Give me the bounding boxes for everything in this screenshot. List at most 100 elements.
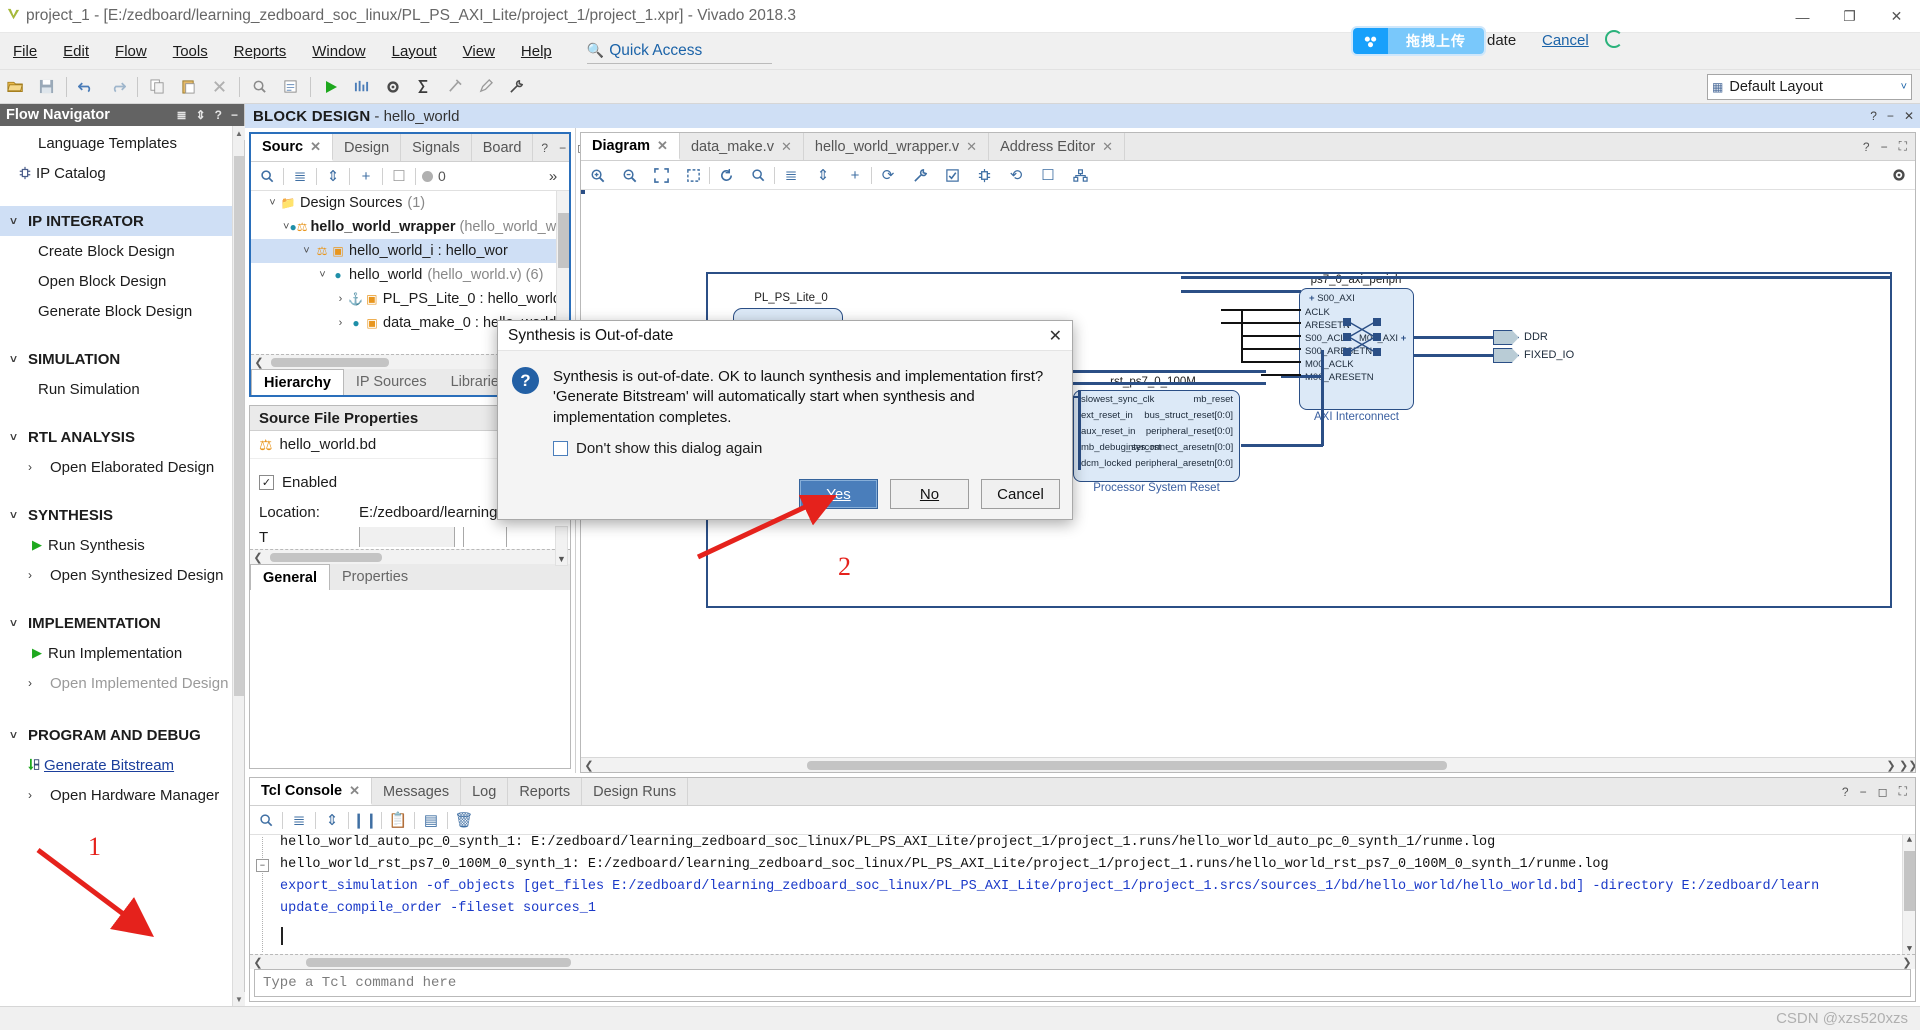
search-icon[interactable] — [250, 807, 282, 834]
hierarchy-icon[interactable] — [1064, 162, 1096, 189]
tree-row-pl-ps-lite-0[interactable]: › ⚓ ▣ PL_PS_Lite_0 : hello_world_ — [251, 287, 569, 311]
sidebar-section-ip-integrator[interactable]: ˅ IP INTEGRATOR — [0, 206, 232, 236]
add-sources-icon[interactable]: + — [350, 163, 382, 190]
sidebar-section-implementation[interactable]: ˅ IMPLEMENTATION — [0, 608, 232, 638]
float-icon[interactable]: ⛶ — [1899, 139, 1907, 154]
tab-general[interactable]: General — [250, 564, 330, 590]
scroll-end-icon[interactable]: ❯❯ — [1899, 759, 1915, 772]
paste-icon[interactable] — [173, 72, 204, 102]
tab-tcl-console[interactable]: Tcl Console ✕ — [250, 778, 373, 805]
layout-select[interactable]: ▦ Default Layout ˅ — [1707, 74, 1912, 100]
sidebar-section-simulation[interactable]: ˅ SIMULATION — [0, 344, 232, 374]
zoom-in-icon[interactable] — [581, 162, 613, 189]
copy-icon[interactable] — [142, 72, 173, 102]
sum-sigma-icon[interactable] — [408, 72, 439, 102]
sidebar-item-open-block-design[interactable]: Open Block Design — [0, 266, 232, 296]
scrollbar-thumb[interactable] — [271, 357, 389, 367]
sidebar-item-language-templates[interactable]: Language Templates — [0, 128, 232, 158]
tab-log[interactable]: Log — [461, 778, 509, 805]
tab-design[interactable]: Design — [333, 134, 402, 161]
close-icon[interactable]: ✕ — [781, 139, 792, 155]
tcl-command-input[interactable]: Type a Tcl command here — [254, 969, 1911, 997]
help-box-icon[interactable]: ☐ — [383, 163, 415, 190]
help-icon[interactable]: ? — [1842, 785, 1849, 799]
trash-icon[interactable]: 🗑 — [448, 807, 480, 834]
wrench-icon[interactable] — [501, 72, 532, 102]
more-icon[interactable]: » — [537, 163, 569, 190]
marker-icon[interactable] — [439, 72, 470, 102]
sidebar-item-run-implementation[interactable]: ▶ Run Implementation — [0, 638, 232, 668]
wrench-icon[interactable] — [904, 162, 936, 189]
save-icon[interactable] — [31, 72, 62, 102]
regenerate-icon[interactable]: ⟲ — [1000, 162, 1032, 189]
scrollbar-thumb[interactable] — [558, 213, 569, 268]
maximize-icon[interactable]: ◻ — [1878, 785, 1888, 799]
float-icon[interactable]: ⛶ — [1899, 784, 1907, 799]
properties-vscrollbar[interactable]: ▼ — [555, 526, 568, 566]
scrollbar-track[interactable] — [266, 957, 1899, 967]
pin-icon[interactable] — [968, 162, 1000, 189]
expand-all-icon[interactable]: ⇕ — [316, 807, 348, 834]
run-icon[interactable] — [315, 72, 346, 102]
tab-reports[interactable]: Reports — [508, 778, 583, 805]
wrap-icon[interactable]: ▤ — [415, 807, 447, 834]
sidebar-item-generate-block-design[interactable]: Generate Block Design — [0, 296, 232, 326]
close-icon[interactable]: ✕ — [657, 138, 668, 154]
menu-reports[interactable]: Reports — [221, 39, 300, 64]
sidebar-item-run-synthesis[interactable]: ▶ Run Synthesis — [0, 530, 232, 560]
scroll-right-icon[interactable]: ❯ — [1899, 956, 1915, 969]
help-icon[interactable]: ? — [215, 108, 222, 122]
scrollbar-track[interactable] — [266, 552, 570, 562]
scroll-down-icon[interactable]: ▼ — [557, 554, 566, 564]
tab-board[interactable]: Board — [472, 134, 534, 161]
dont-show-again-checkbox[interactable] — [553, 440, 568, 456]
overlay-cancel-link[interactable]: Cancel — [1542, 32, 1589, 49]
zoom-out-icon[interactable] — [613, 162, 645, 189]
close-button[interactable]: ✕ — [1873, 0, 1920, 33]
type-extra-box[interactable] — [463, 527, 507, 547]
menu-layout[interactable]: Layout — [379, 39, 450, 64]
pause-icon[interactable]: ❙❙ — [349, 807, 381, 834]
expand-all-icon[interactable]: ⇕ — [317, 163, 349, 190]
menu-view[interactable]: View — [450, 39, 508, 64]
tree-row-hello-world-i[interactable]: ˅ ⚖ ▣ hello_world_i : hello_wor — [251, 239, 569, 263]
minimize-button[interactable]: — — [1779, 0, 1826, 33]
redo-icon[interactable] — [102, 72, 133, 102]
scrollbar-thumb[interactable] — [234, 156, 244, 696]
close-icon[interactable]: ✕ — [349, 783, 360, 799]
validate-icon[interactable] — [936, 162, 968, 189]
scrollbar-thumb[interactable] — [1904, 851, 1915, 911]
scroll-left-icon[interactable]: ❮ — [581, 759, 597, 772]
help-icon[interactable]: ? — [541, 141, 548, 155]
collapse-all-icon[interactable]: ≣ — [284, 163, 316, 190]
expand-icon[interactable]: ⇕ — [807, 162, 839, 189]
menu-window[interactable]: Window — [299, 39, 378, 64]
minimize-icon[interactable]: − — [231, 108, 238, 122]
sidebar-section-program-and-debug[interactable]: ˅ PROGRAM AND DEBUG — [0, 720, 232, 750]
close-icon[interactable]: ✕ — [1049, 326, 1062, 346]
zoom-area-icon[interactable] — [677, 162, 709, 189]
collapse-icon[interactable]: ≣ — [775, 162, 807, 189]
tree-row-hello-world[interactable]: ˅ ● hello_world (hello_world.v) (6) — [251, 263, 569, 287]
scroll-down-icon[interactable]: ▼ — [233, 992, 245, 1006]
tab-hello-world-wrapper-v[interactable]: hello_world_wrapper.v ✕ — [804, 133, 990, 160]
report-timing-icon[interactable] — [346, 72, 377, 102]
tab-signals[interactable]: Signals — [401, 134, 472, 161]
properties-hscrollbar[interactable]: ❮ — [250, 549, 570, 564]
close-icon[interactable]: ✕ — [1102, 139, 1113, 155]
tab-properties[interactable]: Properties — [330, 564, 420, 590]
no-button[interactable]: No — [890, 479, 969, 509]
scrollbar-track[interactable] — [597, 760, 1883, 770]
scrollbar-thumb[interactable] — [807, 760, 1447, 770]
menu-tools[interactable]: Tools — [160, 39, 221, 64]
optimize-icon[interactable]: ☐ — [1032, 162, 1064, 189]
scroll-up-icon[interactable]: ▲ — [1904, 835, 1915, 845]
tab-sources[interactable]: Sourc ✕ — [251, 134, 333, 161]
search-find-icon[interactable] — [244, 72, 275, 102]
type-value-box[interactable] — [359, 527, 455, 547]
undo-icon[interactable] — [71, 72, 102, 102]
tab-design-runs[interactable]: Design Runs — [582, 778, 689, 805]
fold-toggle-icon[interactable]: − — [256, 859, 269, 872]
tab-ip-sources[interactable]: IP Sources — [344, 369, 439, 395]
sidebar-item-ip-catalog[interactable]: IP Catalog — [0, 158, 232, 188]
